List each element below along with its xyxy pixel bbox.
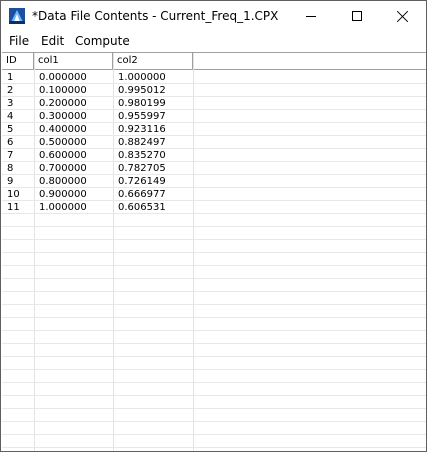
table-cell[interactable]: 6 xyxy=(7,136,13,149)
table-cell[interactable]: 9 xyxy=(7,175,13,188)
grid-row-line xyxy=(2,343,426,344)
column-header-col2[interactable]: col2 xyxy=(113,53,193,69)
table-cell[interactable]: 0.955997 xyxy=(118,110,166,123)
menu-file[interactable]: File xyxy=(9,33,29,50)
table-cell[interactable]: 0.995012 xyxy=(118,84,166,97)
grid-row-line xyxy=(2,291,426,292)
close-button[interactable] xyxy=(380,1,426,31)
minimize-icon xyxy=(306,15,316,17)
table-cell[interactable]: 0.900000 xyxy=(39,188,87,201)
grid-header: ID col1 col2 xyxy=(2,53,426,70)
grid-row-line xyxy=(2,408,426,409)
table-cell[interactable]: 0.606531 xyxy=(118,201,166,214)
grid-row-line xyxy=(2,304,426,305)
menu-bar: File Edit Compute xyxy=(1,31,426,51)
minimize-button[interactable] xyxy=(288,1,334,31)
grid-row-line xyxy=(2,226,426,227)
data-grid[interactable]: ID col1 col2 1 0.000000 1.000000 2 0.100000 0… xyxy=(2,52,426,451)
table-cell[interactable]: 0.882497 xyxy=(118,136,166,149)
grid-row-line xyxy=(2,330,426,331)
menu-edit[interactable]: Edit xyxy=(41,33,64,50)
table-cell[interactable]: 0.726149 xyxy=(118,175,166,188)
table-cell[interactable]: 3 xyxy=(7,97,13,110)
grid-row-line xyxy=(2,434,426,435)
table-cell[interactable]: 0.000000 xyxy=(39,71,87,84)
table-cell[interactable]: 0.300000 xyxy=(39,110,87,123)
grid-row-line xyxy=(2,447,426,448)
table-cell[interactable]: 0.800000 xyxy=(39,175,87,188)
maximize-button[interactable] xyxy=(334,1,380,31)
table-cell[interactable]: 11 xyxy=(7,201,20,214)
table-cell[interactable]: 0.500000 xyxy=(39,136,87,149)
table-cell[interactable]: 8 xyxy=(7,162,13,175)
column-header-id[interactable]: ID xyxy=(2,53,34,69)
column-header-col1[interactable]: col1 xyxy=(34,53,113,69)
table-cell[interactable]: 1.000000 xyxy=(118,71,166,84)
table-cell[interactable]: 0.923116 xyxy=(118,123,166,136)
grid-row-line xyxy=(2,421,426,422)
table-cell[interactable]: 4 xyxy=(7,110,13,123)
table-cell[interactable]: 0.835270 xyxy=(118,149,166,162)
table-cell[interactable]: 0.666977 xyxy=(118,188,166,201)
maximize-icon xyxy=(352,11,362,21)
table-cell[interactable]: 1.000000 xyxy=(39,201,87,214)
table-cell[interactable]: 7 xyxy=(7,149,13,162)
table-cell[interactable]: 0.980199 xyxy=(118,97,166,110)
table-cell[interactable]: 1 xyxy=(7,71,13,84)
window-title: *Data File Contents - Current_Freq_1.CPX xyxy=(32,9,279,23)
table-cell[interactable]: 10 xyxy=(7,188,20,201)
table-cell[interactable]: 0.600000 xyxy=(39,149,87,162)
app-icon xyxy=(9,8,25,24)
table-cell[interactable]: 0.782705 xyxy=(118,162,166,175)
column-header-empty xyxy=(193,53,426,69)
close-icon xyxy=(397,10,409,22)
title-bar[interactable]: *Data File Contents - Current_Freq_1.CPX xyxy=(1,1,426,31)
table-cell[interactable]: 0.200000 xyxy=(39,97,87,110)
grid-row-line xyxy=(2,369,426,370)
grid-row-line xyxy=(2,278,426,279)
data-file-window: *Data File Contents - Current_Freq_1.CPX… xyxy=(0,0,427,452)
table-cell[interactable]: 0.100000 xyxy=(39,84,87,97)
grid-row-line xyxy=(2,317,426,318)
table-cell[interactable]: 2 xyxy=(7,84,13,97)
grid-row-line xyxy=(2,395,426,396)
menu-compute[interactable]: Compute xyxy=(75,33,130,50)
table-cell[interactable]: 0.700000 xyxy=(39,162,87,175)
grid-row-line xyxy=(2,356,426,357)
grid-row-line xyxy=(2,265,426,266)
grid-row-line xyxy=(2,252,426,253)
table-cell[interactable]: 5 xyxy=(7,123,13,136)
grid-row-line xyxy=(2,382,426,383)
table-cell[interactable]: 0.400000 xyxy=(39,123,87,136)
grid-row-line xyxy=(2,239,426,240)
